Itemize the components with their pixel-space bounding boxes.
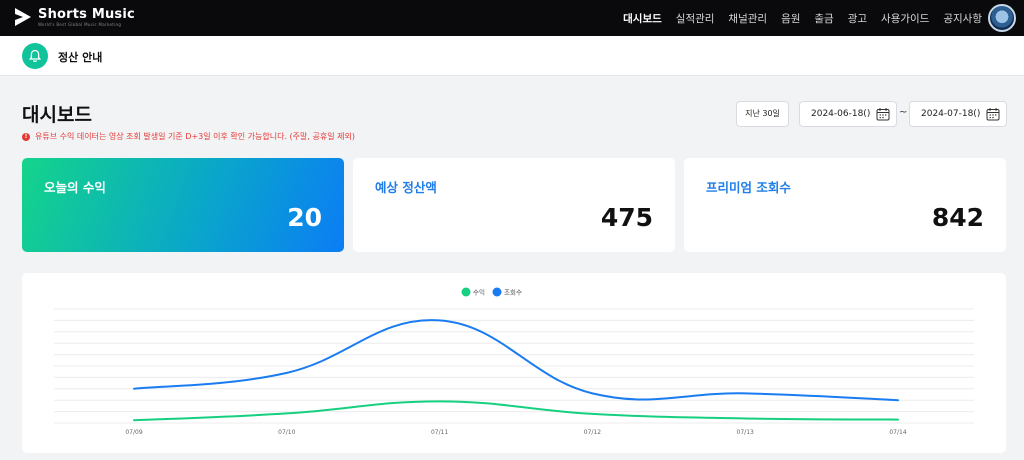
- bell-icon: [22, 43, 48, 69]
- range-30-days-button[interactable]: 지난 30일: [736, 101, 789, 127]
- line-chart: 수익 조회수 07/09 07/10 07/11 07/12 07/13 07/14: [54, 287, 974, 436]
- top-navbar: Shorts Music World's Best Global Music M…: [0, 0, 1024, 36]
- x-tick-label: 07/13: [737, 429, 754, 436]
- start-date-value: 2024-06-18(): [811, 109, 871, 119]
- nav-item-ads[interactable]: 광고: [848, 11, 867, 26]
- legend-swatch: [461, 287, 471, 297]
- calendar-icon[interactable]: [876, 107, 890, 121]
- main-nav: 대시보드 실적관리 채널관리 음원 출금 광고 사용가이드 공지사항: [623, 0, 982, 36]
- start-date-field[interactable]: 2024-06-18(): [799, 101, 897, 127]
- nav-item-performance[interactable]: 실적관리: [676, 11, 715, 26]
- legend-swatch: [492, 287, 502, 297]
- nav-item-withdraw[interactable]: 출금: [814, 11, 833, 26]
- page-title: 대시보드: [22, 104, 92, 126]
- x-tick-label: 07/11: [431, 429, 448, 436]
- notice-bar[interactable]: 정산 안내: [0, 36, 1024, 76]
- card-label: 오늘의 수익: [44, 180, 106, 195]
- card-label: 예상 정산액: [375, 180, 437, 195]
- card-value: 475: [600, 203, 653, 232]
- x-tick-label: 07/10: [278, 429, 295, 436]
- calendar-icon[interactable]: [986, 107, 1000, 121]
- x-tick-label: 07/12: [584, 429, 601, 436]
- end-date-value: 2024-07-18(): [921, 109, 981, 119]
- legend-label: 조회수: [504, 289, 522, 297]
- end-date-field[interactable]: 2024-07-18(): [909, 101, 1007, 127]
- nav-item-notices[interactable]: 공지사항: [943, 11, 982, 26]
- app-logo[interactable]: Shorts Music World's Best Global Music M…: [12, 6, 135, 28]
- legend-label: 수익: [473, 289, 485, 297]
- nav-item-guide[interactable]: 사용가이드: [881, 11, 929, 26]
- nav-item-music[interactable]: 음원: [781, 11, 800, 26]
- card-value: 20: [287, 203, 322, 232]
- notice-title: 정산 안내: [58, 51, 103, 64]
- user-avatar[interactable]: [988, 4, 1016, 32]
- today-revenue-card: 오늘의 수익 20: [22, 158, 344, 252]
- x-tick-label: 07/09: [125, 429, 142, 436]
- date-separator: ~: [899, 107, 908, 118]
- x-tick-label: 07/14: [889, 429, 906, 436]
- app-title: Shorts Music: [38, 6, 135, 22]
- series-line: [133, 400, 899, 422]
- premium-views-card: 프리미엄 조회수 842: [684, 158, 1006, 252]
- expected-settlement-card: 예상 정산액 475: [353, 158, 675, 252]
- data-delay-warning: ! 유튜브 수익 데이터는 영상 조회 발생일 기준 D+3일 이후 확인 가능…: [22, 131, 355, 142]
- app-subtitle: World's Best Global Music Marketing: [38, 21, 122, 27]
- card-value: 842: [931, 203, 984, 232]
- chart-panel: 수익 조회수 07/09 07/10 07/11 07/12 07/13 07/14: [22, 273, 1006, 453]
- card-label: 프리미엄 조회수: [706, 180, 791, 195]
- warning-icon: !: [22, 132, 30, 141]
- nav-item-channels[interactable]: 채널관리: [728, 11, 767, 26]
- warning-text: 유튜브 수익 데이터는 영상 조회 발생일 기준 D+3일 이후 확인 가능합니…: [35, 132, 355, 141]
- logo-play-icon: [15, 8, 31, 26]
- nav-item-dashboard[interactable]: 대시보드: [623, 11, 662, 26]
